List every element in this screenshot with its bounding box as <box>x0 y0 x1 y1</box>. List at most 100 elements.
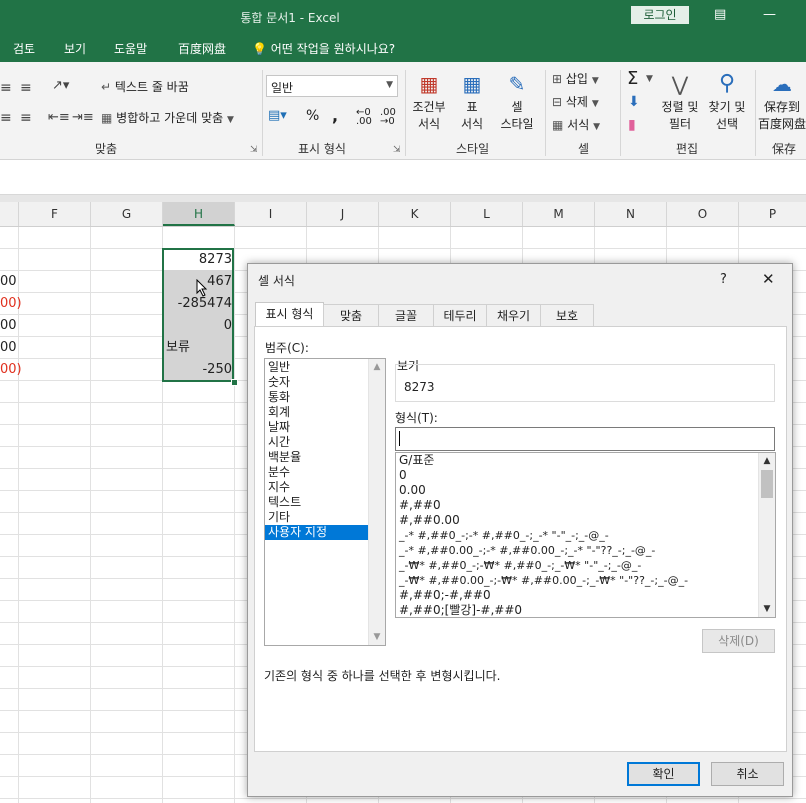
tab-baidu[interactable]: 百度网盘 <box>178 40 226 57</box>
sort-filter-button[interactable]: ⋁ 정렬 및 필터 <box>660 70 700 132</box>
format-item[interactable]: 0.00 <box>396 483 775 498</box>
category-item[interactable]: 일반 <box>265 360 385 375</box>
format-as-table-button[interactable]: ▦ 표 서식 <box>452 70 492 132</box>
accounting-format-icon[interactable]: ▤▾ <box>268 108 287 123</box>
format-item[interactable]: _-₩* #,##0_-;-₩* #,##0_-;_-₩* "-"_-;_-@_… <box>396 558 775 573</box>
tab-protection[interactable]: 보호 <box>540 304 594 327</box>
format-item[interactable]: _-₩* #,##0.00_-;-₩* #,##0.00_-;_-₩* "-"?… <box>396 573 775 588</box>
category-item[interactable]: 통화 <box>265 390 385 405</box>
format-item[interactable]: G/표준 <box>396 453 775 468</box>
format-type-input[interactable] <box>395 427 775 451</box>
cell-h[interactable]: 보류 <box>166 337 232 359</box>
ok-button[interactable]: 확인 <box>627 762 700 786</box>
tab-alignment[interactable]: 맞춤 <box>323 304 379 327</box>
decrease-decimal-button[interactable]: .00 →0 <box>380 108 396 127</box>
login-button[interactable]: 로그인 <box>631 6 689 24</box>
cell-partial[interactable]: 00) <box>0 359 22 381</box>
indent-decrease-icon[interactable]: ⇤≡ <box>48 110 70 125</box>
column-header-p[interactable]: P <box>739 202 806 226</box>
format-list[interactable]: G/표준 0 0.00 #,##0 #,##0.00 _-* #,##0_-;-… <box>395 452 776 618</box>
category-list[interactable]: 일반 숫자 통화 회계 날짜 시간 백분율 분수 지수 텍스트 기타 사용자 지… <box>264 358 386 646</box>
column-header-h[interactable]: H <box>163 202 235 226</box>
minimize-icon[interactable]: — <box>763 7 776 22</box>
format-item[interactable]: _-* #,##0_-;-* #,##0_-;_-* "-"_-;_-@_- <box>396 528 775 543</box>
orientation-icon[interactable]: ↗▾ <box>52 78 69 93</box>
cell-h[interactable]: 0 <box>164 315 232 337</box>
scroll-down-icon[interactable]: ▼ <box>759 604 775 614</box>
column-header-n[interactable]: N <box>595 202 667 226</box>
column-header-k[interactable]: K <box>379 202 451 226</box>
category-scrollbar[interactable]: ▲ ▼ <box>368 359 385 645</box>
category-item[interactable]: 숫자 <box>265 375 385 390</box>
category-item[interactable]: 지수 <box>265 480 385 495</box>
help-button[interactable]: ? <box>720 272 727 287</box>
ribbon-display-icon[interactable]: ▤ <box>714 7 726 22</box>
align-justify-icon[interactable]: ≡ <box>20 110 32 126</box>
column-header-partial[interactable] <box>0 202 19 226</box>
format-item[interactable]: #,##0.00 <box>396 513 775 528</box>
format-item[interactable]: #,##0 <box>396 498 775 513</box>
scroll-up-icon[interactable]: ▲ <box>759 456 775 466</box>
cancel-button[interactable]: 취소 <box>711 762 784 786</box>
column-header-m[interactable]: M <box>523 202 595 226</box>
format-item[interactable]: _-* #,##0.00_-;-* #,##0.00_-;_-* "-"??_-… <box>396 543 775 558</box>
align-bottom-icon[interactable]: ≡ <box>20 80 32 96</box>
cell-partial[interactable]: 00) <box>0 293 22 315</box>
formula-bar[interactable] <box>0 160 806 195</box>
scroll-up-icon[interactable]: ▲ <box>369 362 385 372</box>
category-item[interactable]: 분수 <box>265 465 385 480</box>
cell-h[interactable]: 8273 <box>164 249 232 271</box>
column-header-j[interactable]: J <box>307 202 379 226</box>
delete-format-button[interactable]: 삭제(D) <box>702 629 775 653</box>
column-header-g[interactable]: G <box>91 202 163 226</box>
category-item[interactable]: 백분율 <box>265 450 385 465</box>
chevron-down-icon[interactable]: ▼ <box>646 74 653 84</box>
format-cells-button[interactable]: ▦ 서식 ▼ <box>552 116 600 133</box>
column-header-l[interactable]: L <box>451 202 523 226</box>
tab-fill[interactable]: 채우기 <box>486 304 541 327</box>
column-header-i[interactable]: I <box>235 202 307 226</box>
align-middle-icon[interactable]: ≡ <box>0 80 12 96</box>
fill-handle[interactable] <box>231 379 238 386</box>
cell-partial[interactable]: 00 <box>0 271 17 293</box>
category-item[interactable]: 시간 <box>265 435 385 450</box>
number-format-select[interactable]: 일반 ▼ <box>266 75 398 97</box>
find-select-button[interactable]: ⚲ 찾기 및 선택 <box>704 70 750 132</box>
format-item[interactable]: #,##0;[빨강]-#,##0 <box>396 603 775 617</box>
format-item[interactable]: 0 <box>396 468 775 483</box>
percent-style-button[interactable]: % <box>306 108 319 124</box>
scroll-down-icon[interactable]: ▼ <box>369 632 385 642</box>
dialog-launcher-icon[interactable]: ⇲ <box>250 145 258 155</box>
category-item[interactable]: 회계 <box>265 405 385 420</box>
merge-center-button[interactable]: ▦ 병합하고 가운데 맞춤 ▼ <box>101 109 234 126</box>
category-item[interactable]: 텍스트 <box>265 495 385 510</box>
cell-h[interactable]: -250 <box>164 359 232 381</box>
column-header-o[interactable]: O <box>667 202 739 226</box>
dialog-launcher-icon[interactable]: ⇲ <box>393 145 401 155</box>
tab-view[interactable]: 보기 <box>64 40 86 57</box>
cell-styles-button[interactable]: ✎ 셀 스타일 <box>494 70 540 132</box>
format-item[interactable]: #,##0;-#,##0 <box>396 588 775 603</box>
tab-border[interactable]: 테두리 <box>433 304 487 327</box>
format-scrollbar[interactable]: ▲ ▼ <box>758 453 775 617</box>
save-to-baidu-button[interactable]: ☁ 保存到 百度网盘 <box>758 70 806 132</box>
scroll-thumb[interactable] <box>761 470 773 498</box>
column-header-f[interactable]: F <box>19 202 91 226</box>
fill-icon[interactable]: ⬇ <box>628 94 640 110</box>
tell-me-search[interactable]: 💡 어떤 작업을 원하시나요? <box>252 40 395 57</box>
insert-button[interactable]: ⊞ 삽입 ▼ <box>552 70 599 87</box>
tab-font[interactable]: 글꼴 <box>378 304 434 327</box>
tab-number[interactable]: 표시 형식 <box>255 302 324 328</box>
align-right-icon[interactable]: ≡ <box>0 110 12 126</box>
tab-help[interactable]: 도움말 <box>114 40 147 57</box>
comma-style-button[interactable]: , <box>332 106 338 125</box>
close-icon[interactable]: ✕ <box>762 270 775 288</box>
category-item[interactable]: 기타 <box>265 510 385 525</box>
autosum-icon[interactable]: Σ <box>627 68 638 89</box>
cell-partial[interactable]: 00 <box>0 315 17 337</box>
category-item-selected[interactable]: 사용자 지정 <box>265 525 368 540</box>
cell-partial[interactable]: 00 <box>0 337 17 359</box>
delete-cells-button[interactable]: ⊟ 삭제 ▼ <box>552 93 599 110</box>
conditional-format-button[interactable]: ▦ 조건부 서식 <box>408 70 450 132</box>
wrap-text-button[interactable]: ↵ 텍스트 줄 바꿈 <box>101 78 189 95</box>
